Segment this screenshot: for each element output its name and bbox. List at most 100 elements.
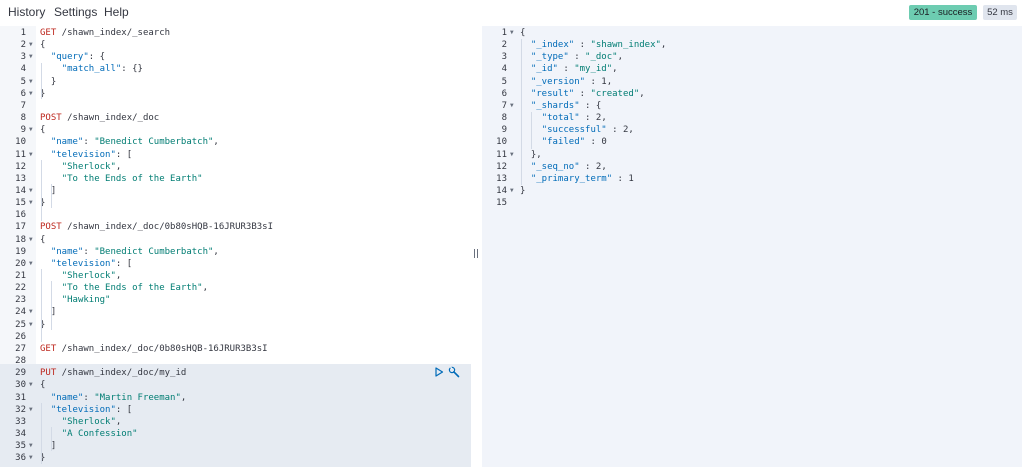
- code-text: "total" : 2,: [520, 112, 607, 124]
- token-p: [40, 259, 51, 269]
- code-line: 16: [0, 209, 471, 221]
- token-p: : {}: [121, 64, 143, 75]
- code-text: "failed" : 0: [520, 136, 607, 148]
- token-str: "shawn_index": [590, 40, 661, 51]
- token-str: "A Confession": [61, 428, 138, 439]
- code-line: 5 ▼ }: [0, 76, 471, 88]
- line-number: 17: [15, 222, 26, 233]
- fold-toggle-icon[interactable]: ▼: [29, 76, 33, 88]
- token-p: [40, 64, 62, 74]
- fold-toggle-icon[interactable]: ▼: [29, 124, 33, 136]
- fold-toggle-icon[interactable]: ▼: [29, 88, 33, 100]
- line-number: 28: [15, 356, 26, 367]
- line-number: 8: [20, 113, 26, 124]
- code-text: }: [520, 185, 525, 197]
- token-p: {: [40, 234, 46, 245]
- fold-toggle-icon[interactable]: ▼: [29, 39, 33, 51]
- fold-toggle-icon[interactable]: ▼: [29, 379, 33, 391]
- code-line: 12 "_seq_no" : 2,: [482, 161, 1022, 173]
- fold-toggle-icon[interactable]: ▼: [29, 234, 33, 246]
- token-p: ,: [180, 392, 187, 403]
- line-number: 14: [15, 185, 26, 196]
- token-num: 0: [601, 137, 607, 148]
- code-text: "_shards" : {: [520, 100, 601, 112]
- token-num: 1: [628, 173, 634, 184]
- token-p: ,: [601, 161, 607, 172]
- token-p: :: [606, 125, 623, 136]
- request-editor[interactable]: 1 GET /shawn_index/_search 2 ▼{3 ▼ "query": …: [0, 26, 471, 467]
- fold-toggle-icon[interactable]: ▼: [29, 149, 33, 161]
- line-number: 10: [496, 137, 507, 148]
- menu-settings[interactable]: Settings: [54, 5, 97, 19]
- code-text: "name": "Benedict Cumberbatch",: [40, 246, 219, 258]
- token-p: :: [585, 137, 602, 148]
- token-p: },: [520, 149, 542, 160]
- wrench-icon[interactable]: [448, 366, 460, 378]
- token-key: "query": [50, 52, 89, 63]
- indent-guide: [531, 112, 532, 149]
- token-p: ,: [639, 88, 645, 99]
- line-number: 3: [20, 52, 26, 63]
- fold-toggle-icon[interactable]: ▼: [510, 149, 514, 161]
- line-number: 4: [20, 64, 26, 75]
- line-number: 20: [15, 258, 26, 269]
- code-line: 20 ▼ "television": [: [0, 258, 471, 270]
- line-number: 31: [15, 392, 26, 403]
- indent-guide: [51, 184, 52, 208]
- fold-toggle-icon[interactable]: ▼: [29, 404, 33, 416]
- play-icon[interactable]: [434, 367, 444, 377]
- token-path: /shawn_index/_doc/my_id: [56, 368, 187, 379]
- code-line: 7 ▼ "_shards" : {: [482, 100, 1022, 112]
- fold-toggle-icon[interactable]: ▼: [510, 100, 514, 112]
- fold-toggle-icon[interactable]: ▼: [29, 319, 33, 331]
- token-p: [40, 247, 51, 257]
- fold-toggle-icon[interactable]: ▼: [510, 185, 514, 197]
- code-line: 15 ▼}: [0, 197, 471, 209]
- token-p: ,: [606, 76, 613, 87]
- code-text: ]: [40, 440, 56, 452]
- fold-toggle-icon[interactable]: ▼: [29, 258, 33, 270]
- line-number: 11: [15, 149, 26, 160]
- token-path: /shawn_index/_doc/0b80sHQB-16JRUR3B3sI: [61, 222, 274, 233]
- line-number: 25: [15, 319, 26, 330]
- line-number: 5: [501, 76, 507, 87]
- fold-toggle-icon[interactable]: ▼: [29, 197, 33, 209]
- code-text: }: [40, 76, 56, 88]
- code-line: 30 ▼ {: [0, 379, 471, 391]
- fold-toggle-icon[interactable]: ▼: [29, 306, 33, 318]
- token-p: :: [612, 173, 629, 184]
- code-text: {: [40, 124, 45, 136]
- code-text: "_type" : "_doc",: [520, 51, 623, 63]
- fold-toggle-icon[interactable]: ▼: [29, 440, 33, 452]
- line-number: 1: [501, 28, 507, 38]
- fold-toggle-icon[interactable]: ▼: [510, 27, 514, 39]
- token-key: "_primary_term": [530, 173, 613, 184]
- indent-guide: [41, 269, 42, 342]
- token-p: :: [568, 52, 586, 63]
- token-p: ,: [213, 137, 219, 148]
- line-number: 5: [20, 76, 26, 87]
- code-text: "A Confession": [40, 428, 138, 440]
- line-number: 16: [15, 210, 26, 221]
- fold-toggle-icon[interactable]: ▼: [29, 51, 33, 63]
- line-number: 12: [496, 161, 507, 172]
- pane-resize-handle[interactable]: [474, 249, 478, 258]
- code-line: 6 "result" : "created",: [482, 88, 1022, 100]
- code-line: 21 "Sherlock",: [0, 270, 471, 282]
- token-key: "television": [50, 404, 116, 415]
- token-p: :: [574, 88, 591, 99]
- line-number: 15: [496, 198, 507, 209]
- token-str: "_doc": [585, 52, 618, 63]
- code-line: 22 "To the Ends of the Earth",: [0, 282, 471, 294]
- line-number: 15: [15, 198, 26, 209]
- fold-toggle-icon[interactable]: ▼: [29, 185, 33, 197]
- line-number: 9: [501, 125, 507, 136]
- fold-toggle-icon[interactable]: ▼: [29, 452, 33, 464]
- menu-help[interactable]: Help: [104, 5, 129, 19]
- menu-history[interactable]: History: [8, 5, 45, 19]
- response-editor[interactable]: 1 ▼{2 "_index" : "shawn_index", 3 "_type" …: [482, 26, 1022, 467]
- code-line: 5 "_version" : 1,: [482, 76, 1022, 88]
- code-line: 35 ▼ ]: [0, 440, 471, 452]
- token-key: "total": [541, 113, 580, 124]
- code-line: 13 "_primary_term" : 1: [482, 173, 1022, 185]
